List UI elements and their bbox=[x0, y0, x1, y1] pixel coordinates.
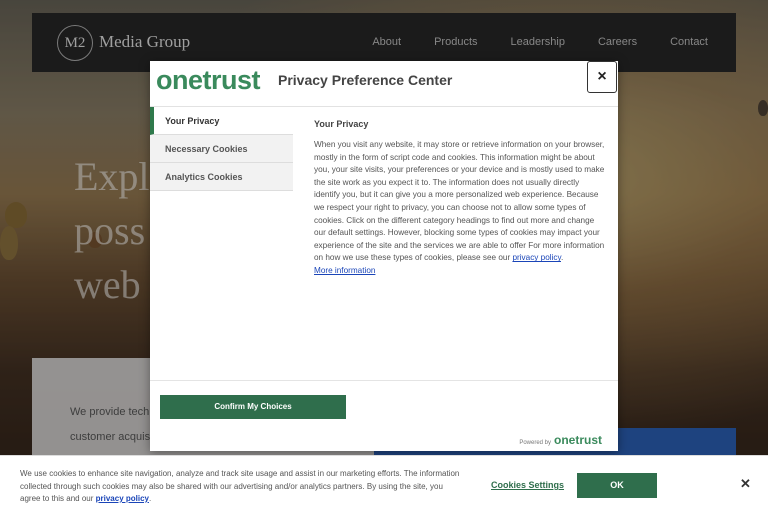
cookie-banner: We use cookies to enhance site navigatio… bbox=[0, 455, 768, 512]
tab-your-privacy[interactable]: Your Privacy bbox=[150, 107, 293, 135]
ok-button[interactable]: OK bbox=[577, 473, 657, 498]
category-tabs: Your Privacy Necessary Cookies Analytics… bbox=[150, 107, 293, 191]
panel-heading: Your Privacy bbox=[314, 119, 369, 129]
powered-by-label: Powered by bbox=[519, 440, 551, 446]
banner-privacy-link[interactable]: privacy policy bbox=[96, 494, 149, 503]
banner-text-end: . bbox=[148, 494, 152, 503]
banner-text: We use cookies to enhance site navigatio… bbox=[20, 468, 465, 506]
modal-header: onetrust Privacy Preference Center × bbox=[150, 61, 618, 107]
cookies-settings-button[interactable]: Cookies Settings bbox=[491, 480, 564, 490]
close-button[interactable]: × bbox=[587, 61, 617, 93]
confirm-choices-button[interactable]: Confirm My Choices bbox=[160, 395, 346, 419]
tab-analytics-cookies[interactable]: Analytics Cookies bbox=[150, 163, 293, 191]
banner-message: We use cookies to enhance site navigatio… bbox=[20, 469, 460, 503]
tab-necessary-cookies[interactable]: Necessary Cookies bbox=[150, 135, 293, 163]
modal-footer: Confirm My Choices bbox=[150, 380, 618, 433]
tab-panel: Your Privacy When you visit any website,… bbox=[314, 119, 606, 278]
panel-text: When you visit any website, it may store… bbox=[314, 140, 605, 263]
privacy-policy-link[interactable]: privacy policy bbox=[512, 253, 561, 262]
panel-body: When you visit any website, it may store… bbox=[314, 139, 606, 278]
privacy-preference-modal: onetrust Privacy Preference Center × You… bbox=[150, 61, 618, 451]
close-icon[interactable]: ✕ bbox=[740, 476, 751, 492]
more-information-link[interactable]: More information bbox=[314, 266, 375, 275]
panel-text-end: . bbox=[561, 253, 564, 263]
modal-title: Privacy Preference Center bbox=[278, 72, 453, 88]
onetrust-footer-logo[interactable]: onetrust bbox=[554, 433, 602, 447]
onetrust-logo: onetrust bbox=[156, 65, 261, 95]
powered-by: Powered by onetrust bbox=[519, 433, 602, 447]
